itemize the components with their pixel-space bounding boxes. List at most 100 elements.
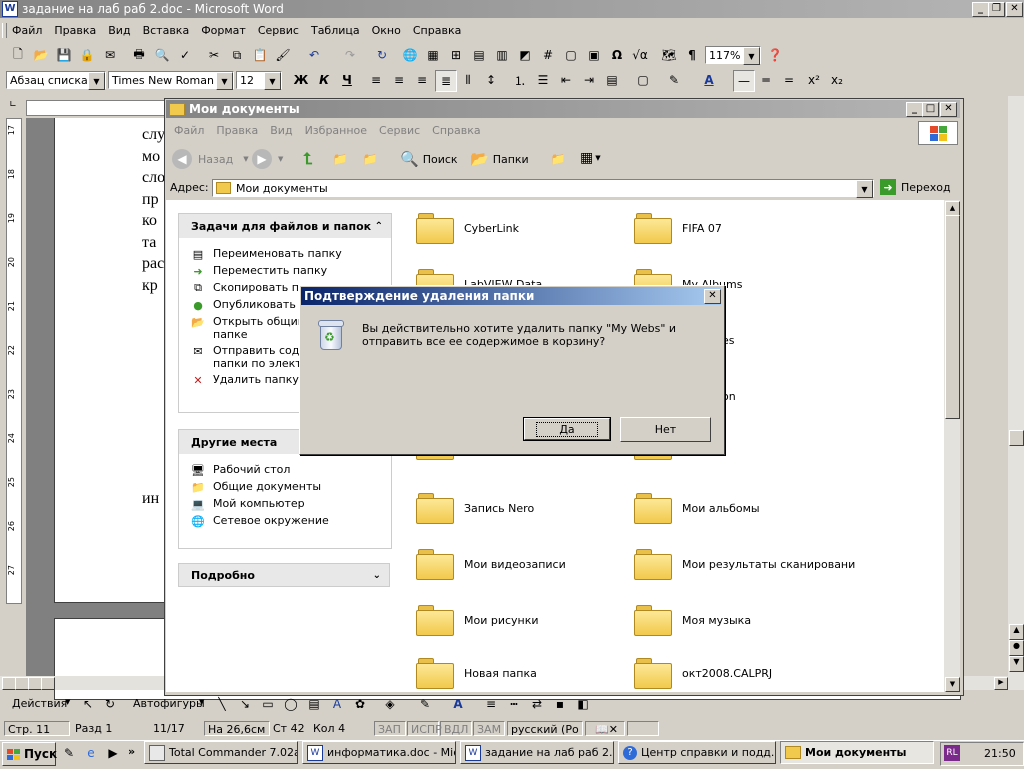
show-hide-icon[interactable]: ¶ — [682, 45, 702, 65]
chevron-down-icon[interactable]: ▼ — [743, 47, 760, 65]
explorer-close-button[interactable]: ✕ — [940, 102, 957, 117]
paste-icon[interactable]: 📋 — [250, 45, 270, 65]
arrow-icon[interactable]: ↘ — [235, 694, 255, 714]
fill-color-icon[interactable]: ◈ — [380, 694, 400, 714]
views-button[interactable]: ▦ ▼ — [580, 150, 601, 166]
media-player-icon[interactable]: ▶ — [103, 743, 123, 763]
place-network[interactable]: 🌐 Сетевое окружение — [191, 514, 391, 528]
draw-actions-menu[interactable]: Действия — [12, 697, 67, 710]
grid-icon[interactable]: # — [538, 45, 558, 65]
quicklaunch-icon[interactable]: ✎ — [59, 743, 79, 763]
draw-font-color-icon[interactable]: A — [448, 694, 468, 714]
folder-item[interactable]: FIFA 07 — [634, 207, 722, 249]
back-button[interactable]: ◀ Назад ▼ — [172, 149, 249, 169]
explorer-menu-edit[interactable]: Правка — [210, 122, 264, 140]
word-menu-file[interactable]: Файл — [6, 22, 48, 40]
word-menu-window[interactable]: Окно — [366, 22, 407, 40]
select-objects-icon[interactable]: ↖ — [78, 694, 98, 714]
folder-item[interactable]: CyberLink — [416, 207, 519, 249]
place-my-computer[interactable]: 💻 Мой компьютер — [191, 497, 391, 511]
task-move[interactable]: ➜ Переместить папку — [191, 264, 391, 278]
folder-item[interactable]: окт2008.CALPRJ — [634, 655, 772, 691]
frame-icon[interactable]: ▢ — [561, 45, 581, 65]
rotate-icon[interactable]: ↻ — [100, 694, 120, 714]
taskbar-button-my-documents[interactable]: Мои документы — [780, 741, 934, 764]
underline-icon[interactable]: Ч — [337, 70, 357, 90]
scroll-thumb[interactable] — [1009, 430, 1024, 446]
explorer-menu-tools[interactable]: Сервис — [373, 122, 426, 140]
folder-item[interactable]: Новая папка — [416, 655, 537, 691]
clock[interactable]: 21:50 — [984, 747, 1016, 760]
taskbar-button-zadanie[interactable]: W задание на лаб раб 2... — [460, 741, 614, 764]
task-rename[interactable]: ▤ Переименовать папку — [191, 247, 391, 261]
undo-icon[interactable]: ↶ — [304, 45, 324, 65]
line-style-icon[interactable]: ≡ — [481, 694, 501, 714]
insert-excel-icon[interactable]: ▤ — [469, 45, 489, 65]
explorer-title-bar[interactable]: Мои документы — [166, 100, 960, 118]
folder-item[interactable]: Мои рисунки — [416, 599, 539, 641]
word-vertical-scrollbar[interactable] — [1008, 96, 1024, 690]
taskbar-button-help-center[interactable]: ? Центр справки и подд... — [618, 741, 776, 764]
next-page-button[interactable]: ▼ — [1009, 656, 1024, 672]
scroll-up-button[interactable]: ▲ — [945, 201, 960, 216]
taskbar-button-informatika[interactable]: W информатика.doc - Mic... — [302, 741, 456, 764]
ruler-corner[interactable]: ∟ — [6, 100, 20, 114]
place-shared-docs[interactable]: 📁 Общие документы — [191, 480, 391, 494]
new-icon[interactable]: 🗋 — [8, 45, 28, 65]
no-button[interactable]: Нет — [620, 417, 711, 442]
folder-sync-icon[interactable]: 📁 — [548, 149, 568, 169]
outline-icon[interactable]: ▤ — [602, 70, 622, 90]
insert-table-icon[interactable]: ⊞ — [446, 45, 466, 65]
forward-button[interactable]: ▶ ▼ — [252, 149, 283, 169]
folder-item[interactable]: Моя музыка — [634, 599, 751, 641]
single-line-icon[interactable]: — — [733, 70, 755, 92]
scroll-thumb[interactable] — [945, 215, 960, 419]
cut-icon[interactable]: ✂ — [204, 45, 224, 65]
word-minimize-button[interactable]: _ — [972, 2, 989, 17]
chevron-up-icon[interactable]: ⌃ — [375, 221, 383, 232]
folder-item[interactable]: Запись Nero — [416, 487, 534, 529]
subscript-icon[interactable]: x₂ — [827, 70, 847, 90]
status-trk[interactable]: ИСПР — [407, 721, 442, 736]
explorer-maximize-button[interactable]: □ — [922, 102, 939, 117]
word-menu-help[interactable]: Справка — [407, 22, 467, 40]
folder-item[interactable]: Мои альбомы — [634, 487, 760, 529]
details-panel[interactable]: Подробно ⌄ — [178, 563, 390, 587]
address-input[interactable]: Мои документы ▼ — [212, 179, 874, 198]
explorer-menu-file[interactable]: Файл — [168, 122, 210, 140]
wordart-icon[interactable]: A — [327, 694, 347, 714]
status-rec[interactable]: ЗАП — [374, 721, 406, 736]
open-icon[interactable]: 📂 — [31, 45, 51, 65]
3d-icon[interactable]: ◧ — [573, 694, 593, 714]
ie-icon[interactable]: e — [81, 743, 101, 763]
chevron-down-icon[interactable]: ▼ — [264, 72, 281, 90]
explorer-minimize-button[interactable]: _ — [906, 102, 923, 117]
word-close-button[interactable]: ✕ — [1006, 2, 1023, 17]
status-ext[interactable]: ВДЛ — [440, 721, 472, 736]
email-icon[interactable]: ✉ — [100, 45, 120, 65]
rectangle-icon[interactable]: ▭ — [258, 694, 278, 714]
up-folder-icon[interactable]: ⮤ — [298, 149, 318, 169]
justify-icon[interactable]: ≣ — [435, 70, 457, 92]
explorer-menu-view[interactable]: Вид — [264, 122, 298, 140]
explorer-menu-help[interactable]: Справка — [426, 122, 486, 140]
line-spacing-icon[interactable]: ↕ — [481, 70, 501, 90]
save-icon[interactable]: 💾 — [54, 45, 74, 65]
taskbar-button-total-commander[interactable]: Total Commander 7.02a... — [144, 741, 298, 764]
outline-view-button[interactable] — [41, 677, 55, 690]
spelling-status-icon[interactable]: 📖✕ — [585, 721, 625, 736]
textbox-icon[interactable]: ▤ — [304, 694, 324, 714]
move-to-icon[interactable]: 📁 — [330, 149, 350, 169]
chevron-down-icon[interactable]: ▼ — [88, 72, 105, 90]
copy-icon[interactable]: ⧉ — [227, 45, 247, 65]
word-menu-edit[interactable]: Правка — [48, 22, 102, 40]
chevron-down-icon[interactable]: ▼ — [856, 180, 873, 198]
permission-icon[interactable]: 🔒 — [77, 45, 97, 65]
word-menu-tools[interactable]: Сервис — [252, 22, 305, 40]
align-left-icon[interactable]: ≡ — [366, 70, 386, 90]
dash-style-icon[interactable]: ┅ — [504, 694, 524, 714]
line-color-icon[interactable]: ✎ — [415, 694, 435, 714]
go-button[interactable]: ➜ Переход — [880, 179, 951, 195]
folder-item[interactable]: Мои результаты сканировани — [634, 543, 855, 585]
size-select[interactable]: 12 ▼ — [236, 71, 282, 90]
